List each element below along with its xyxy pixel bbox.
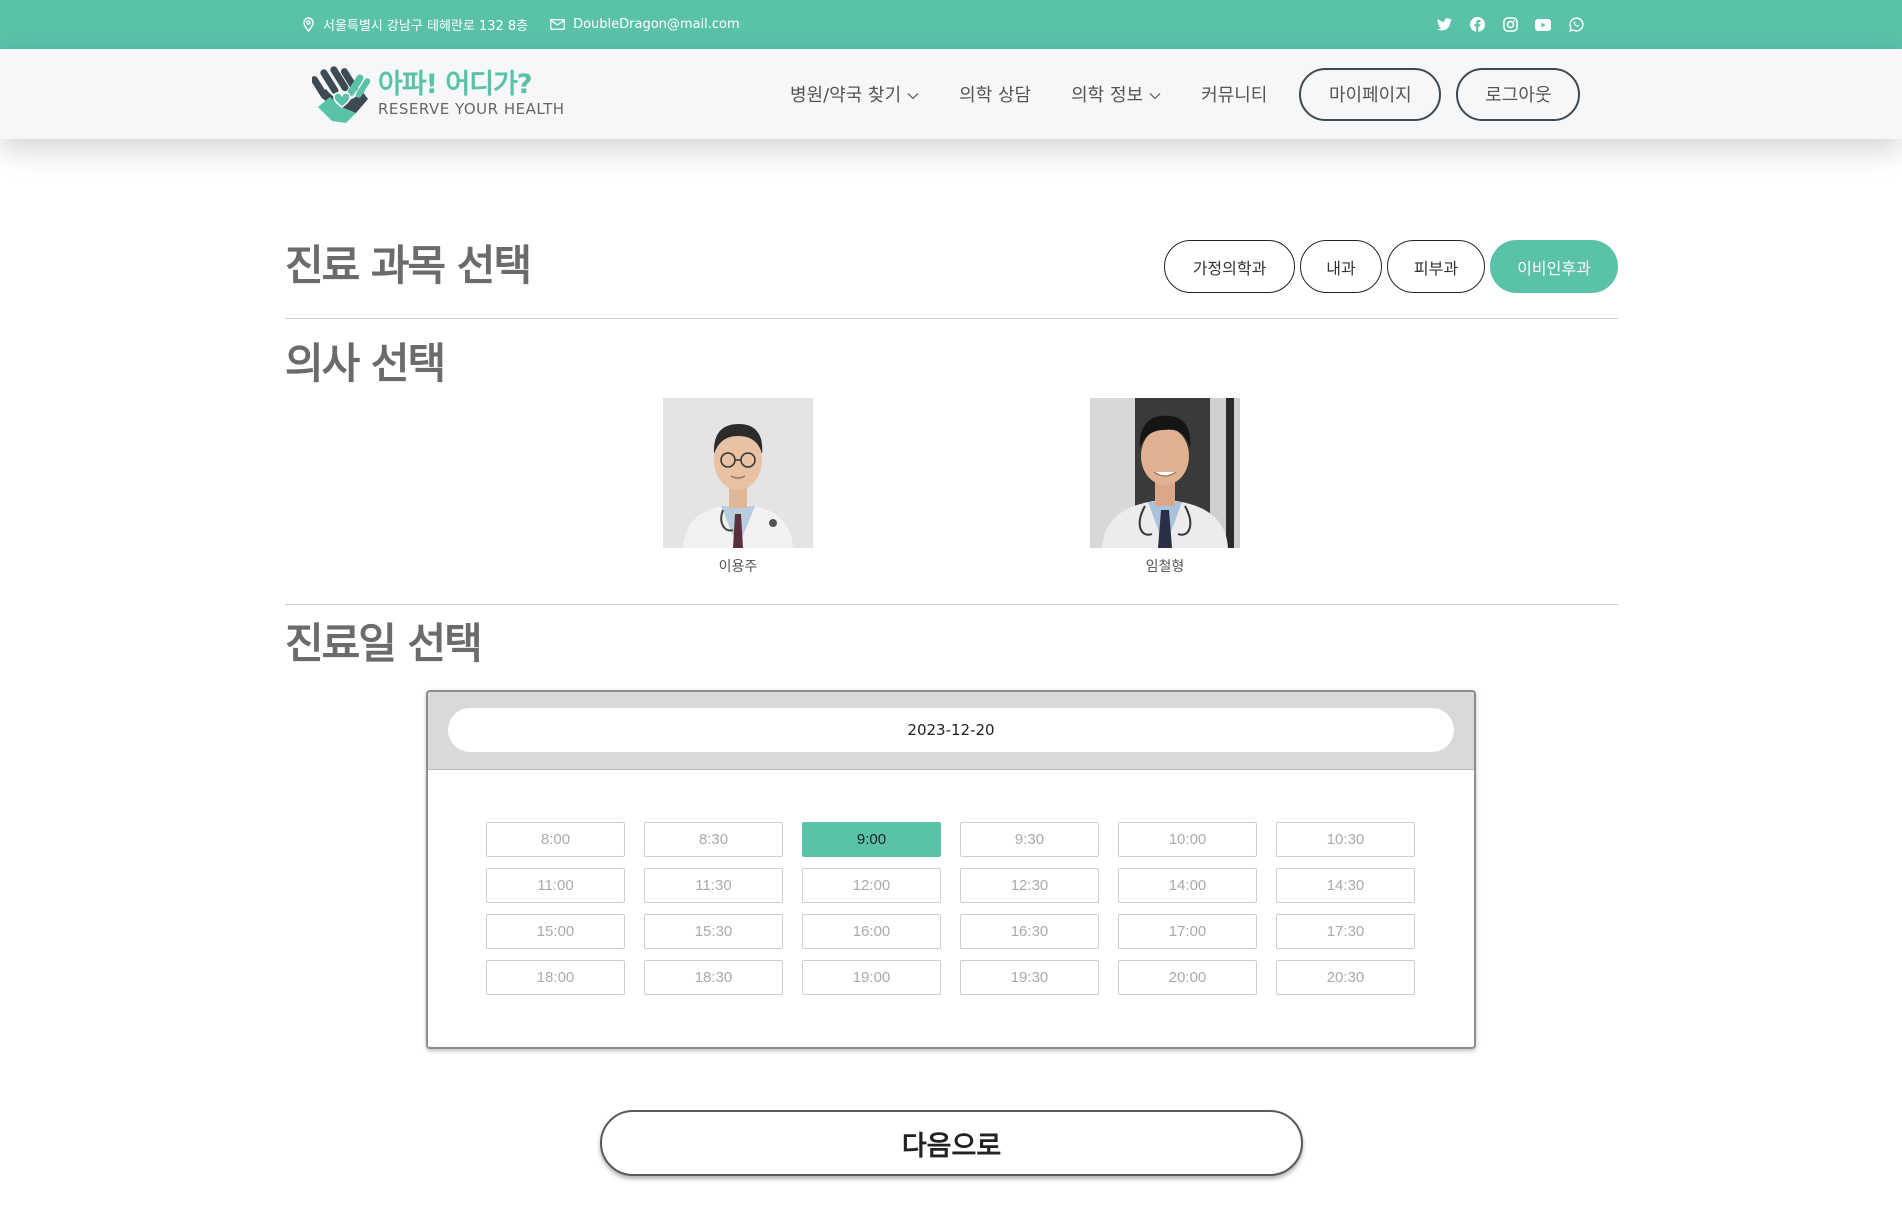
doctor-name: 임철형 bbox=[1145, 559, 1185, 575]
time-slot[interactable]: 10:30 bbox=[1276, 822, 1415, 857]
time-slot[interactable]: 10:00 bbox=[1118, 822, 1257, 857]
date-time-picker: 2023-12-20 8:00 8:30 9:00 9:30 10:00 10:30 11:… bbox=[426, 690, 1476, 1049]
time-slot[interactable]: 18:30 bbox=[644, 960, 783, 995]
time-slot[interactable]: 20:30 bbox=[1276, 960, 1415, 995]
department-tabs: 가정의학과 내과 피부과 이비인후과 bbox=[1164, 240, 1618, 293]
address-text: 서울특별시 강남구 테헤란로 132 8층 bbox=[323, 19, 529, 34]
time-slot[interactable]: 19:00 bbox=[802, 960, 941, 995]
tab-dermatology[interactable]: 피부과 bbox=[1387, 240, 1485, 293]
next-button[interactable]: 다음으로 bbox=[600, 1110, 1303, 1176]
nav-consultation[interactable]: 의학 상담 bbox=[959, 81, 1031, 107]
whatsapp-icon[interactable] bbox=[1568, 17, 1584, 33]
date-picker-header: 2023-12-20 bbox=[428, 692, 1474, 770]
chevron-down-icon bbox=[907, 84, 919, 105]
site-header: 아파! 어디가? RESERVE YOUR HEALTH 병원/약국 찾기 의학… bbox=[0, 49, 1902, 139]
doctor-card[interactable]: 임철형 bbox=[1090, 398, 1240, 576]
time-slot[interactable]: 16:30 bbox=[960, 914, 1099, 949]
instagram-icon[interactable] bbox=[1502, 17, 1518, 33]
logo-title: 아파! 어디가? bbox=[378, 69, 533, 100]
nav-find-hospital-label: 병원/약국 찾기 bbox=[790, 85, 902, 106]
logout-button[interactable]: 로그아웃 bbox=[1456, 67, 1581, 121]
tab-ent[interactable]: 이비인후과 bbox=[1490, 240, 1618, 293]
nav-medical-info-label: 의학 정보 bbox=[1071, 85, 1144, 106]
time-slot[interactable]: 14:00 bbox=[1118, 868, 1257, 903]
chevron-down-icon bbox=[1149, 84, 1161, 105]
time-slot[interactable]: 11:30 bbox=[644, 868, 783, 903]
time-slot[interactable]: 17:30 bbox=[1276, 914, 1415, 949]
tab-family-medicine[interactable]: 가정의학과 bbox=[1164, 240, 1295, 293]
time-slot[interactable]: 20:00 bbox=[1118, 960, 1257, 995]
time-slot[interactable]: 15:30 bbox=[644, 914, 783, 949]
envelope-icon bbox=[550, 19, 566, 30]
nav-medical-info[interactable]: 의학 정보 bbox=[1071, 81, 1161, 107]
time-slot[interactable]: 11:00 bbox=[486, 868, 625, 903]
hands-heart-logo-icon bbox=[312, 66, 371, 123]
social-links bbox=[1436, 0, 1584, 49]
nav-consultation-label: 의학 상담 bbox=[959, 85, 1032, 106]
address-item: 서울특별시 강남구 테헤란로 132 8층 bbox=[302, 15, 528, 34]
time-slot[interactable]: 8:00 bbox=[486, 822, 625, 857]
section-divider bbox=[285, 604, 1618, 605]
date-input[interactable]: 2023-12-20 bbox=[448, 708, 1454, 752]
time-slot[interactable]: 16:00 bbox=[802, 914, 941, 949]
department-section-title: 진료 과목 선택 bbox=[285, 241, 532, 290]
time-slot[interactable]: 18:00 bbox=[486, 960, 625, 995]
time-slot[interactable]: 8:30 bbox=[644, 822, 783, 857]
time-slot[interactable]: 14:30 bbox=[1276, 868, 1415, 903]
logo-tagline: RESERVE YOUR HEALTH bbox=[378, 100, 565, 118]
contact-info: 서울특별시 강남구 테헤란로 132 8층 DoubleDragon@mail.… bbox=[302, 0, 740, 49]
doctor-name: 이용주 bbox=[718, 559, 758, 575]
nav-find-hospital[interactable]: 병원/약국 찾기 bbox=[790, 81, 919, 107]
time-slot-grid: 8:00 8:30 9:00 9:30 10:00 10:30 11:00 11:30 12:0… bbox=[486, 822, 1415, 995]
time-slot[interactable]: 12:00 bbox=[802, 868, 941, 903]
date-section-title: 진료일 선택 bbox=[285, 619, 483, 668]
doctor-photo[interactable] bbox=[1090, 398, 1240, 548]
doctor-photo[interactable] bbox=[663, 398, 813, 548]
twitter-icon[interactable] bbox=[1436, 17, 1452, 33]
mypage-button[interactable]: 마이페이지 bbox=[1299, 67, 1442, 121]
time-slot[interactable]: 19:30 bbox=[960, 960, 1099, 995]
email-text[interactable]: DoubleDragon@mail.com bbox=[573, 17, 740, 32]
tab-internal-medicine[interactable]: 내과 bbox=[1300, 240, 1382, 293]
doctor-section-title: 의사 선택 bbox=[285, 339, 446, 388]
nav-community[interactable]: 커뮤니티 bbox=[1201, 81, 1267, 107]
email-item[interactable]: DoubleDragon@mail.com bbox=[550, 17, 740, 32]
nav-community-label: 커뮤니티 bbox=[1201, 85, 1268, 106]
top-bar: 서울특별시 강남구 테헤란로 132 8층 DoubleDragon@mail.… bbox=[0, 0, 1902, 49]
time-slot[interactable]: 9:30 bbox=[960, 822, 1099, 857]
logo-text: 아파! 어디가? RESERVE YOUR HEALTH bbox=[378, 69, 565, 119]
main-nav: 병원/약국 찾기 의학 상담 의학 정보 커뮤니티 마이페이지 로그아웃 bbox=[790, 49, 1581, 139]
facebook-icon[interactable] bbox=[1469, 17, 1485, 33]
time-slot[interactable]: 9:00 bbox=[802, 822, 941, 857]
section-divider bbox=[285, 318, 1618, 319]
time-slot[interactable]: 15:00 bbox=[486, 914, 625, 949]
youtube-icon[interactable] bbox=[1535, 17, 1551, 33]
time-slot[interactable]: 17:00 bbox=[1118, 914, 1257, 949]
doctor-card[interactable]: 이용주 bbox=[663, 398, 813, 576]
location-pin-icon bbox=[302, 17, 315, 32]
site-logo[interactable]: 아파! 어디가? RESERVE YOUR HEALTH bbox=[312, 63, 565, 125]
time-slot[interactable]: 12:30 bbox=[960, 868, 1099, 903]
